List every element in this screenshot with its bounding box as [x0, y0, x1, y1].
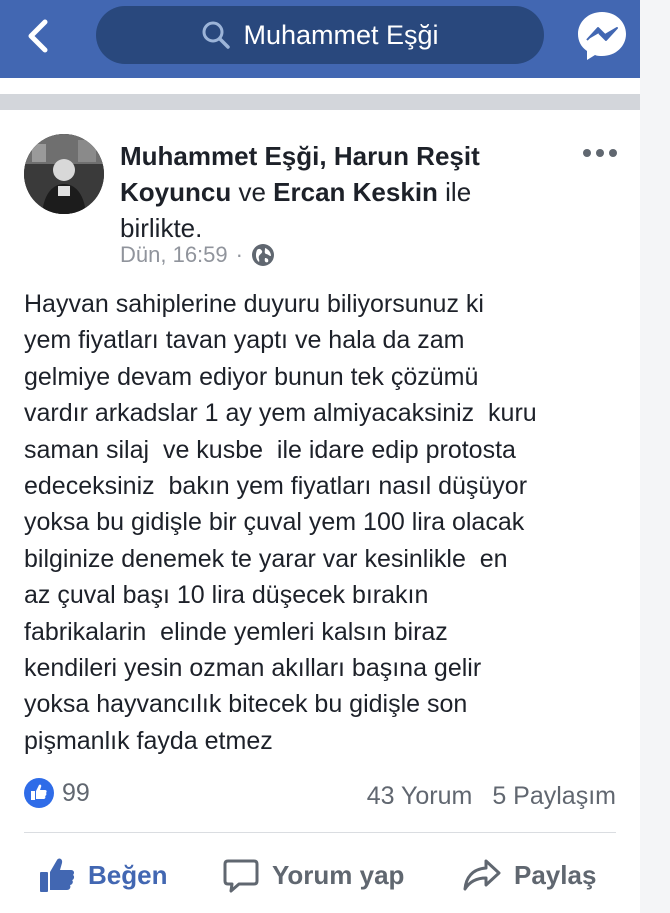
more-horizontal-icon — [583, 149, 617, 157]
like-button[interactable]: Beğen — [38, 846, 167, 904]
post-header: Muhammet Eşği, Harun Reşit Koyuncu ve Er… — [120, 138, 520, 246]
timestamp[interactable]: Dün, 16:59 — [120, 242, 228, 268]
author-name-primary[interactable]: Muhammet Eşği, — [120, 141, 327, 171]
post-actions-bar: Beğen Yorum yap Paylaş — [0, 846, 640, 906]
right-edge-strip — [640, 0, 670, 913]
post-body-line: yem fiyatları tavan yaptı ve hala da zam — [24, 326, 465, 355]
search-icon — [202, 21, 231, 49]
top-navigation-bar: Muhammet Eşği — [0, 0, 640, 78]
post-meta: Dün, 16:59 · — [120, 240, 275, 270]
post-body-line: yoksa hayvancılık bitecek bu gidişle son — [24, 690, 468, 719]
reactions-summary[interactable]: 99 — [24, 778, 90, 808]
share-button-label: Paylaş — [514, 859, 597, 890]
post-body-line: bilginize denemek te yarar var kesinlikl… — [24, 544, 508, 573]
post-body-line: saman silaj ve kusbe ile idare edip prot… — [24, 435, 516, 464]
share-button[interactable]: Paylaş — [462, 846, 596, 904]
post-body-line: az çuval başı 10 lira düşecek bırakın — [24, 581, 429, 610]
like-reaction-icon — [24, 778, 54, 808]
meta-separator-dot: · — [235, 242, 243, 267]
back-button[interactable] — [18, 14, 58, 58]
post-body-line: vardır arkadslar 1 ay yem almiyacaksiniz… — [24, 399, 537, 428]
search-query: Muhammet Eşği — [243, 19, 439, 50]
thumbs-up-icon — [40, 858, 75, 892]
more-options-button[interactable] — [580, 138, 620, 168]
avatar-photo — [24, 134, 104, 214]
post-body-line: edeceksiniz bakın yem fiyatları nasıl dü… — [24, 472, 528, 501]
search-bar[interactable]: Muhammet Eşği — [96, 6, 544, 64]
post-body-text: Hayvan sahiplerine duyuru biliyorsunuz k… — [24, 286, 624, 759]
share-count[interactable]: 5 Paylaşım — [492, 778, 616, 814]
chevron-left-icon — [28, 19, 48, 53]
globe-icon[interactable] — [251, 243, 275, 267]
actions-divider — [24, 832, 616, 833]
comment-button-label: Yorum yap — [272, 859, 405, 890]
messenger-icon — [578, 12, 626, 60]
post-stats: 99 43 Yorum 5 Paylaşım — [24, 778, 616, 814]
post-body-line: kendileri yesin ozman akılları başına ge… — [24, 654, 482, 683]
share-icon — [463, 859, 501, 891]
like-button-label: Beğen — [88, 859, 168, 890]
comment-count[interactable]: 43 Yorum — [367, 778, 473, 814]
feed-separator — [0, 94, 640, 110]
connector-text: ve — [238, 177, 266, 207]
author-name-tertiary[interactable]: Ercan Keskin — [273, 177, 438, 207]
post-body-line: fabrikalarin elinde yemleri kalsın biraz — [24, 617, 448, 646]
engagement-counts: 43 Yorum 5 Paylaşım — [367, 778, 616, 814]
messenger-button[interactable] — [574, 8, 630, 64]
comment-button[interactable]: Yorum yap — [222, 846, 404, 904]
like-count: 99 — [62, 778, 90, 807]
avatar[interactable] — [24, 134, 104, 214]
post-body-line: pişmanlık fayda etmez — [24, 726, 273, 755]
comment-icon — [223, 859, 259, 893]
post-body-line: Hayvan sahiplerine duyuru biliyorsunuz k… — [24, 290, 484, 318]
post-body-line: yoksa bu gidişle bir çuval yem 100 lira … — [24, 508, 525, 537]
post-body-line: gelmiye devam ediyor bunun tek çözümü — [24, 362, 479, 391]
